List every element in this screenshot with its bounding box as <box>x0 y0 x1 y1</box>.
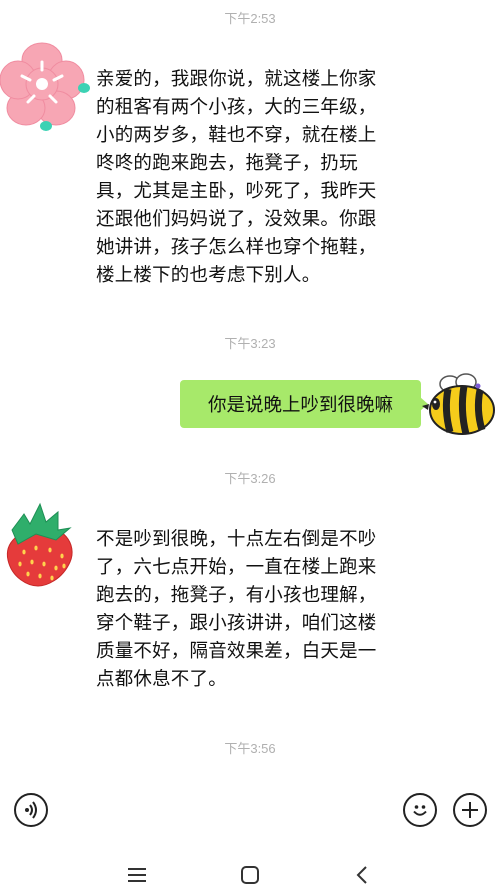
menu-icon[interactable] <box>126 866 148 888</box>
home-icon[interactable] <box>240 865 260 889</box>
strawberry-avatar[interactable] <box>0 500 82 587</box>
timestamp: 下午2:53 <box>224 11 276 26</box>
plus-button[interactable] <box>453 793 487 827</box>
timestamp: 下午3:26 <box>224 471 276 486</box>
back-icon[interactable] <box>354 865 370 889</box>
plus-icon <box>462 802 478 818</box>
bee-avatar[interactable] <box>420 372 500 442</box>
pink-flower-avatar[interactable] <box>0 38 90 131</box>
timestamp: 下午3:56 <box>224 741 276 756</box>
emoji-button[interactable] <box>403 793 437 827</box>
message-text[interactable]: 亲爱的，我跟你说，就这楼上你家 的租客有两个小孩，大的三年级， 小的两岁多，鞋也… <box>96 66 377 290</box>
message-text[interactable]: 不是吵到很晚，十点左右倒是不吵 了，六七点开始，一直在楼上跑来 跑去的，拖凳子，… <box>96 526 377 694</box>
emoji-icon <box>413 805 427 816</box>
message-text: 你是说晚上吵到很晚嘛 <box>207 395 393 416</box>
timestamp: 下午3:23 <box>224 336 276 351</box>
voice-icon <box>25 801 37 819</box>
voice-button[interactable] <box>14 793 48 827</box>
message-bubble[interactable]: 你是说晚上吵到很晚嘛 <box>180 380 428 428</box>
